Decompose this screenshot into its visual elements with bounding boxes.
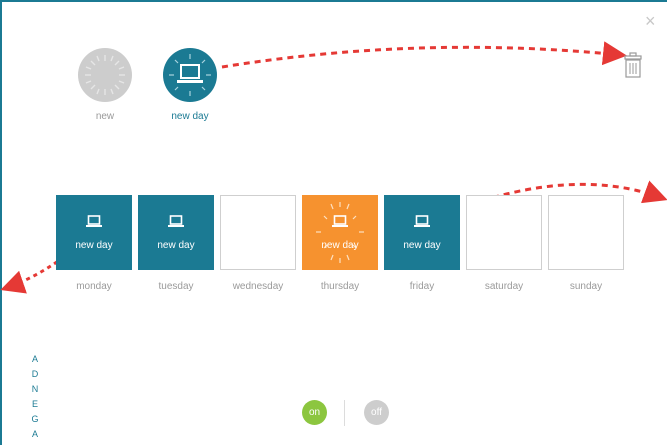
agenda-letter: G	[31, 414, 39, 424]
day-tile-tuesday[interactable]: new day	[138, 195, 214, 270]
day-label-sunday: sunday	[569, 281, 603, 292]
today-rays-icon	[302, 195, 378, 275]
on-button[interactable]: on	[302, 400, 327, 425]
day-label-tuesday: tuesday	[158, 281, 194, 292]
day-label-wednesday: wednesday	[232, 281, 284, 292]
day-tile-monday[interactable]: new day	[56, 195, 132, 270]
template-label: new	[95, 111, 115, 122]
toggle-divider	[344, 400, 345, 426]
off-button[interactable]: off	[364, 400, 389, 425]
arrow-to-trash	[221, 41, 627, 69]
day-label-thursday: thursday	[320, 281, 360, 292]
laptop-icon	[138, 215, 214, 233]
agenda-letter: N	[31, 384, 39, 394]
day-label-monday: monday	[76, 281, 112, 292]
template-new-day[interactable]: new day	[160, 48, 220, 122]
tile-label: new day	[157, 240, 195, 251]
day-tile-friday[interactable]: new day	[384, 195, 460, 270]
trash-icon[interactable]	[624, 52, 642, 83]
day-tile-saturday[interactable]	[466, 195, 542, 270]
tile-label: new day	[403, 240, 441, 251]
day-tile-thursday[interactable]: new day	[302, 195, 378, 270]
agenda-letter: A	[31, 429, 38, 439]
laptop-icon	[56, 215, 132, 233]
laptop-icon	[384, 215, 460, 233]
agenda-vertical-label: A D N E G A	[30, 352, 40, 442]
day-tile-sunday[interactable]	[548, 195, 624, 270]
agenda-letter: E	[31, 399, 38, 409]
template-new[interactable]: new	[75, 48, 135, 122]
agenda-letter: D	[31, 369, 39, 379]
laptop-icon	[163, 48, 217, 102]
day-label-friday: friday	[409, 281, 435, 292]
agenda-letter: A	[31, 354, 38, 364]
template-label: new day	[171, 111, 209, 122]
day-label-saturday: saturday	[484, 281, 524, 292]
close-icon[interactable]: ×	[645, 12, 656, 30]
laptop-icon	[302, 215, 378, 233]
day-tile-wednesday[interactable]	[220, 195, 296, 270]
tile-label: new day	[75, 240, 113, 251]
tile-label: new day	[321, 240, 359, 251]
clock-icon	[78, 48, 132, 102]
